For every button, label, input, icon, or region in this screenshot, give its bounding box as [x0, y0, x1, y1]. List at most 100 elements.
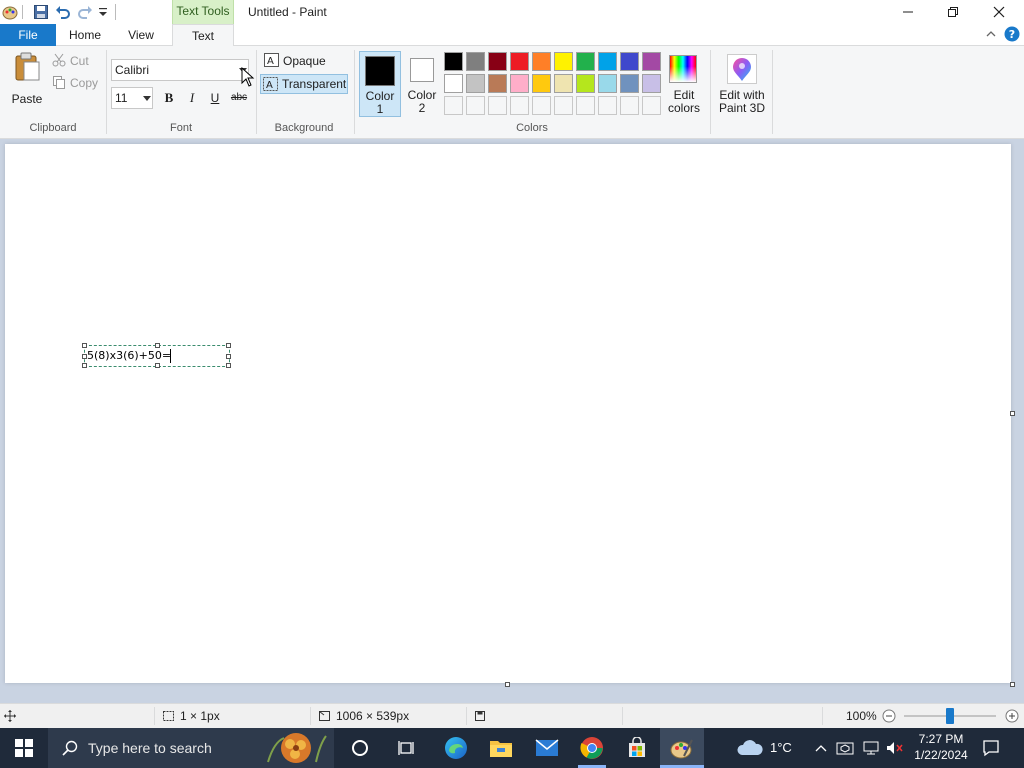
- color-swatch[interactable]: [576, 74, 595, 93]
- color-swatch[interactable]: [444, 52, 463, 71]
- color-swatch[interactable]: [488, 52, 507, 71]
- zoom-in-icon[interactable]: [1005, 709, 1019, 723]
- custom-color-slot[interactable]: [554, 96, 573, 115]
- edit-with-paint3d-button[interactable]: Edit with Paint 3D: [714, 51, 770, 117]
- volume-muted-icon[interactable]: [886, 740, 904, 756]
- resize-handle[interactable]: [226, 363, 231, 368]
- color2-button[interactable]: Color 2: [402, 51, 442, 117]
- custom-color-slot[interactable]: [642, 96, 661, 115]
- title-bar: Text Tools Untitled - Paint: [0, 0, 1024, 24]
- cortana-icon[interactable]: [340, 728, 380, 768]
- resize-handle[interactable]: [82, 363, 87, 368]
- transparent-button[interactable]: A Transparent: [260, 74, 348, 94]
- text-box[interactable]: 5(8)x3(6)+50=: [82, 343, 231, 368]
- text-box-content[interactable]: 5(8)x3(6)+50=: [87, 349, 171, 362]
- file-explorer-icon[interactable]: [480, 728, 522, 768]
- font-size-dropdown[interactable]: 11: [111, 87, 153, 109]
- custom-color-slot[interactable]: [444, 96, 463, 115]
- taskbar-search-box[interactable]: Type here to search: [48, 728, 334, 768]
- color1-button[interactable]: Color 1: [359, 51, 401, 117]
- color-swatch[interactable]: [466, 52, 485, 71]
- color-swatch[interactable]: [532, 74, 551, 93]
- resize-handle[interactable]: [155, 363, 160, 368]
- font-family-dropdown[interactable]: Calibri: [111, 59, 249, 81]
- color-swatch[interactable]: [598, 74, 617, 93]
- underline-button[interactable]: U: [206, 89, 224, 107]
- redo-icon[interactable]: [77, 4, 93, 20]
- undo-icon[interactable]: [55, 4, 71, 20]
- bold-button[interactable]: B: [160, 89, 178, 107]
- task-view-icon[interactable]: [388, 728, 428, 768]
- minimize-button[interactable]: [885, 0, 931, 24]
- color-swatch[interactable]: [620, 74, 639, 93]
- opaque-icon: A: [264, 53, 279, 67]
- selection-size-icon: [162, 710, 175, 722]
- custom-color-slot[interactable]: [576, 96, 595, 115]
- cut-button[interactable]: Cut: [52, 52, 102, 70]
- custom-color-slot[interactable]: [620, 96, 639, 115]
- resize-handle[interactable]: [226, 354, 231, 359]
- tab-view[interactable]: View: [116, 24, 166, 46]
- color-swatch[interactable]: [488, 74, 507, 93]
- edit-colors-button[interactable]: Edit colors: [664, 51, 704, 117]
- canvas-resize-handle-right[interactable]: [1010, 411, 1015, 416]
- strikethrough-button[interactable]: abc: [229, 89, 249, 107]
- color-swatch[interactable]: [554, 74, 573, 93]
- opaque-button[interactable]: A Opaque: [262, 52, 348, 70]
- close-button[interactable]: [976, 0, 1022, 24]
- group-divider: [772, 50, 773, 134]
- clock[interactable]: 7:27 PM 1/22/2024: [908, 730, 974, 766]
- color-swatch[interactable]: [576, 52, 595, 71]
- color-swatch[interactable]: [642, 74, 661, 93]
- color-swatch[interactable]: [598, 52, 617, 71]
- show-hidden-icons-icon[interactable]: [814, 741, 828, 755]
- weather-widget[interactable]: 1°C: [732, 728, 802, 768]
- canvas-resize-handle-corner[interactable]: [1010, 682, 1015, 687]
- edge-icon[interactable]: [436, 728, 476, 768]
- resize-handle[interactable]: [82, 343, 87, 348]
- tab-home[interactable]: Home: [60, 24, 110, 46]
- canvas-workspace[interactable]: 5(8)x3(6)+50=: [0, 66, 1024, 703]
- italic-button[interactable]: I: [183, 89, 201, 107]
- notification-icon[interactable]: [982, 739, 1000, 757]
- tab-file[interactable]: File: [0, 24, 56, 46]
- copy-icon: [52, 75, 66, 89]
- custom-color-slot[interactable]: [510, 96, 529, 115]
- chrome-icon[interactable]: [570, 728, 614, 768]
- resize-handle[interactable]: [82, 354, 87, 359]
- custom-color-slot[interactable]: [488, 96, 507, 115]
- minimize-ribbon-icon[interactable]: [985, 28, 997, 40]
- security-icon[interactable]: [836, 740, 854, 756]
- restore-button[interactable]: [930, 0, 976, 24]
- help-icon[interactable]: ?: [1004, 26, 1020, 42]
- color-swatch[interactable]: [510, 74, 529, 93]
- paint-app-icon[interactable]: [2, 4, 18, 20]
- paint-taskbar-icon[interactable]: [660, 728, 704, 768]
- color-swatch[interactable]: [466, 74, 485, 93]
- resize-handle[interactable]: [155, 343, 160, 348]
- microsoft-store-icon[interactable]: [616, 728, 658, 768]
- color-swatch[interactable]: [554, 52, 573, 71]
- canvas-resize-handle-bottom[interactable]: [505, 682, 510, 687]
- custom-color-slot[interactable]: [598, 96, 617, 115]
- drawing-canvas[interactable]: 5(8)x3(6)+50=: [5, 144, 1011, 683]
- start-button[interactable]: [0, 728, 48, 768]
- color-swatch[interactable]: [444, 74, 463, 93]
- zoom-slider-thumb[interactable]: [946, 708, 954, 724]
- resize-handle[interactable]: [226, 343, 231, 348]
- custom-color-slot[interactable]: [466, 96, 485, 115]
- color-swatch[interactable]: [532, 52, 551, 71]
- color-swatch[interactable]: [642, 52, 661, 71]
- mail-icon[interactable]: [526, 728, 568, 768]
- save-icon[interactable]: [33, 4, 49, 20]
- paste-button[interactable]: Paste: [6, 50, 48, 108]
- custom-color-slot[interactable]: [532, 96, 551, 115]
- tab-text[interactable]: Text: [172, 24, 234, 47]
- color-swatch[interactable]: [510, 52, 529, 71]
- color-swatch[interactable]: [620, 52, 639, 71]
- customize-qat-icon[interactable]: [98, 6, 108, 18]
- qat-divider: [115, 4, 116, 20]
- copy-button[interactable]: Copy: [52, 74, 102, 92]
- network-icon[interactable]: [862, 740, 880, 756]
- zoom-out-icon[interactable]: [882, 709, 896, 723]
